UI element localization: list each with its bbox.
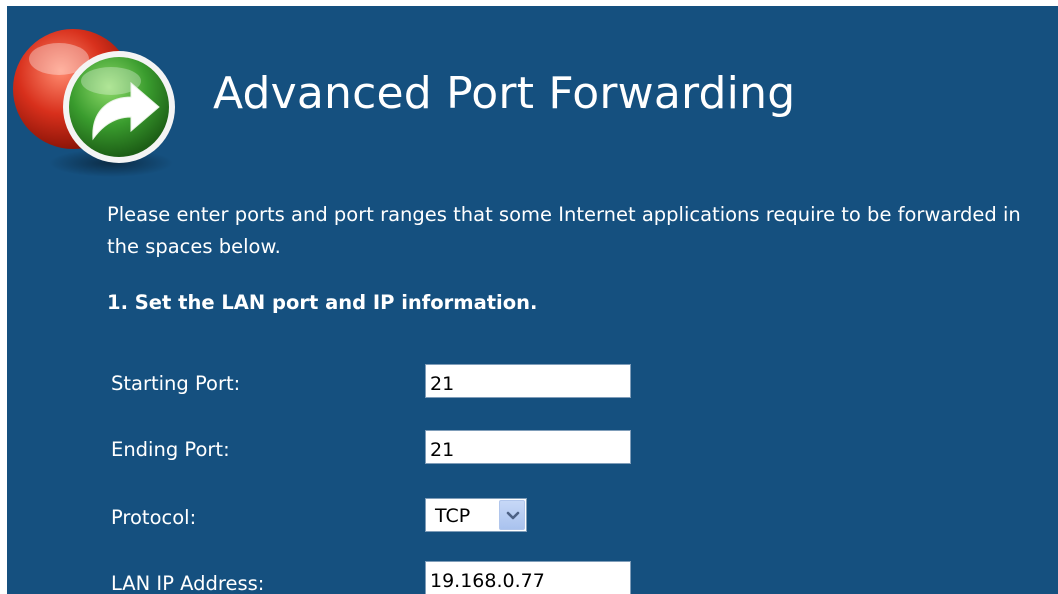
page-title: Advanced Port Forwarding: [213, 68, 796, 119]
intro-text: Please enter ports and port ranges that …: [107, 203, 1021, 258]
content-panel: Advanced Port Forwarding Please enter po…: [7, 6, 1058, 594]
protocol-select[interactable]: TCP: [425, 498, 527, 532]
ending-port-label: Ending Port:: [111, 438, 230, 461]
starting-port-input[interactable]: [425, 364, 631, 398]
starting-port-label: Starting Port:: [111, 372, 241, 395]
ending-port-input[interactable]: [425, 430, 631, 464]
protocol-label: Protocol:: [111, 506, 197, 529]
protocol-selected-value: TCP: [435, 505, 471, 527]
lan-ip-label: LAN IP Address:: [111, 572, 265, 594]
dropdown-arrow-button[interactable]: [499, 500, 525, 530]
forward-arrow-icon: [13, 29, 175, 177]
chevron-down-icon: [506, 511, 520, 520]
lan-ip-input[interactable]: [425, 561, 631, 594]
section-heading: 1. Set the LAN port and IP information.: [107, 291, 538, 314]
